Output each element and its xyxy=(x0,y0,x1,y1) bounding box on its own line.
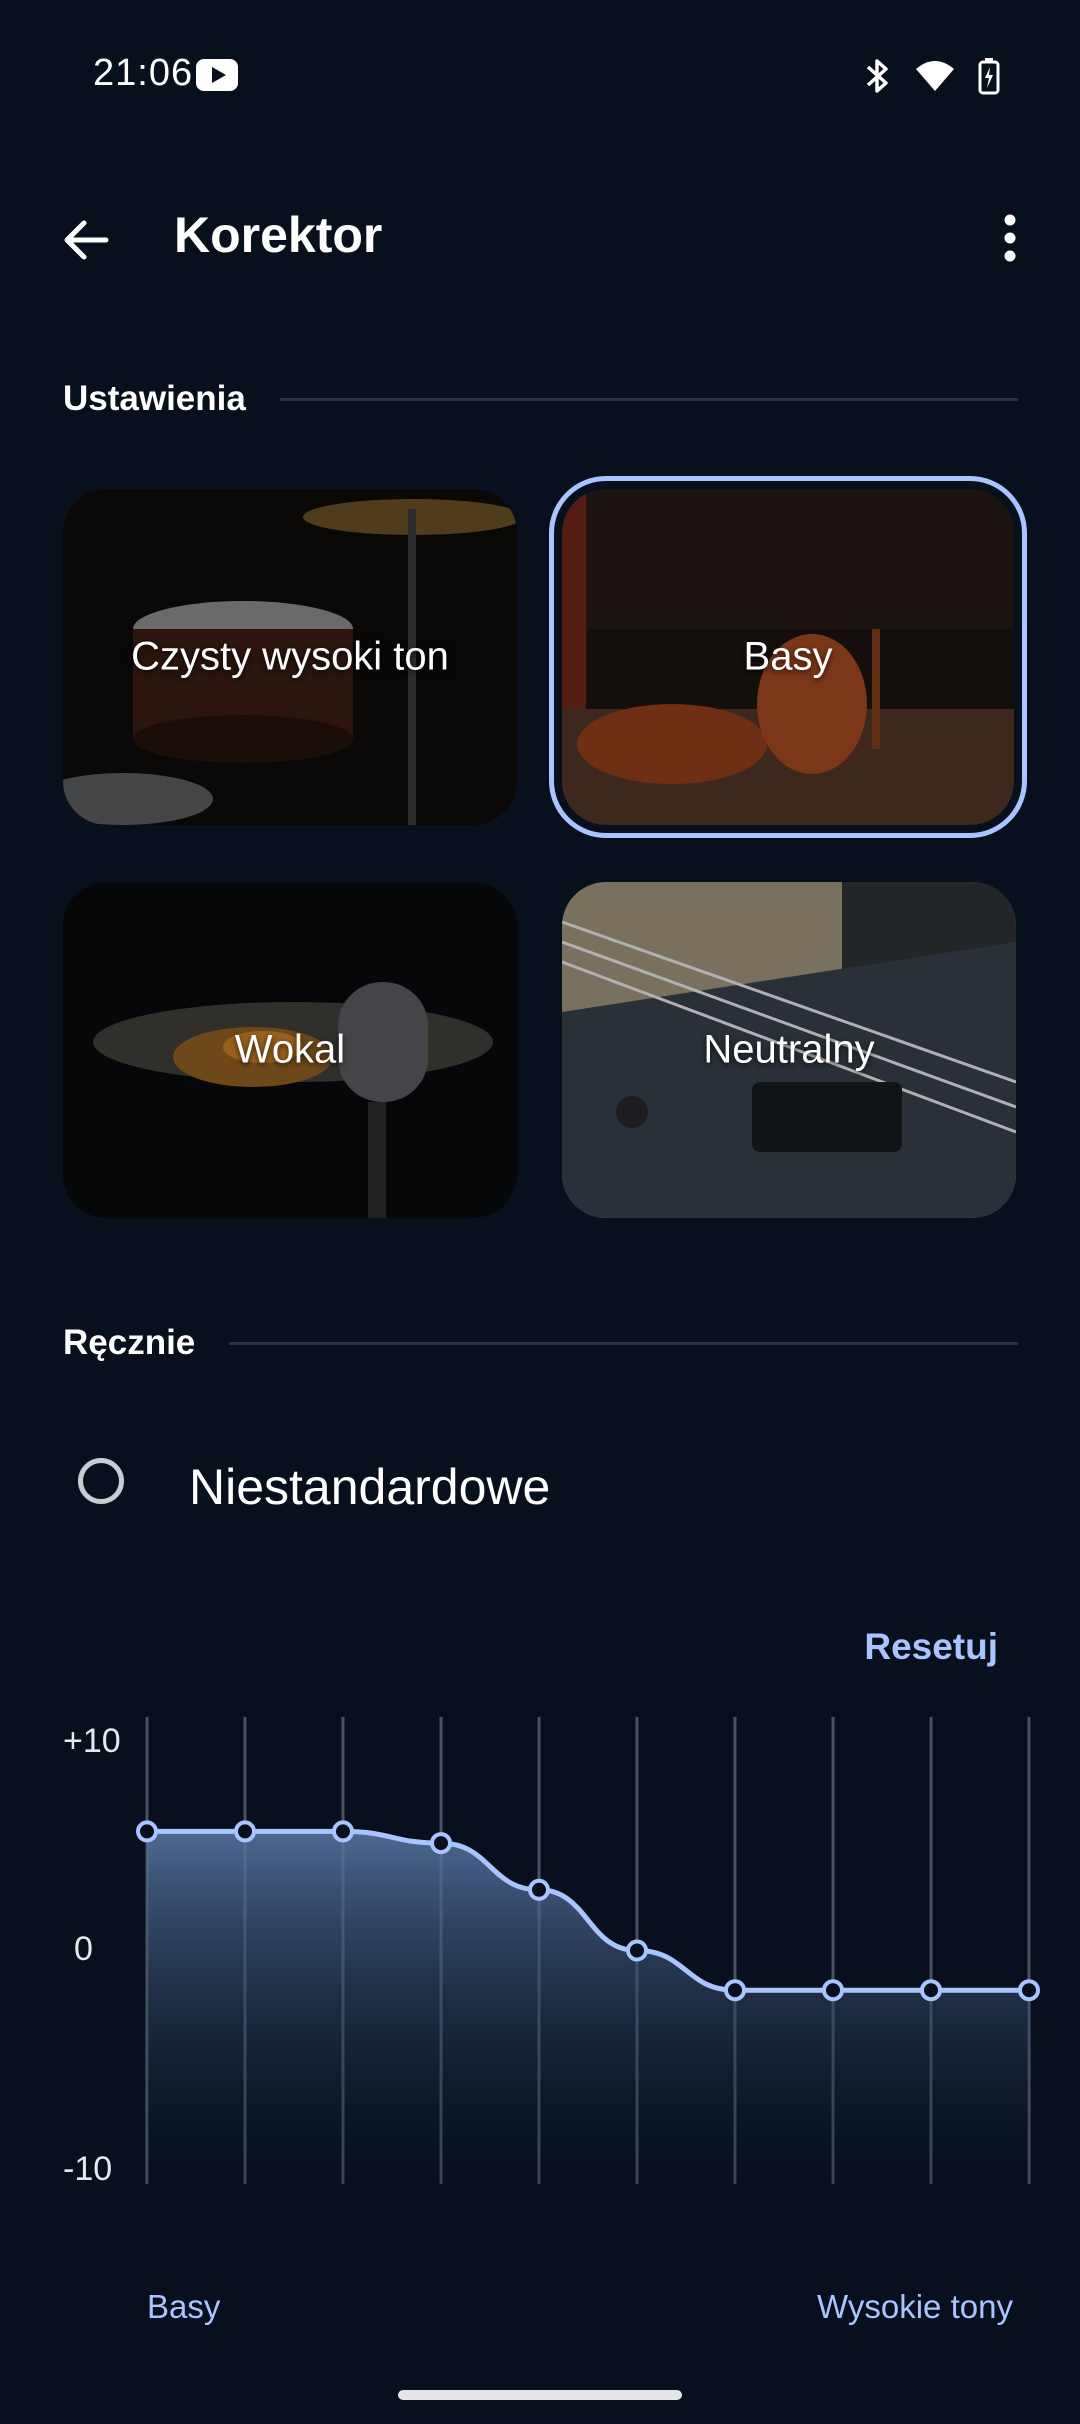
bluetooth-icon xyxy=(866,59,888,93)
wifi-icon xyxy=(916,61,954,91)
manual-section-title: Ręcznie xyxy=(63,1323,196,1362)
equalizer-chart[interactable] xyxy=(0,1700,1080,2220)
preset-label: Basy xyxy=(743,634,833,679)
manual-header: Ręcznie xyxy=(63,1318,1018,1368)
eq-band-handle[interactable] xyxy=(626,1939,648,1962)
preset-bass[interactable]: Basy xyxy=(549,476,1027,838)
youtube-icon xyxy=(196,59,238,91)
preset-label: Czysty wysoki ton xyxy=(131,634,449,679)
battery-charging-icon xyxy=(978,58,1000,95)
more-vert-icon[interactable] xyxy=(980,206,1040,270)
eq-band-handle[interactable] xyxy=(920,1979,942,2002)
reset-button[interactable]: Resetuj xyxy=(864,1626,998,1668)
eq-band-handle[interactable] xyxy=(724,1979,746,2002)
status-icons xyxy=(864,56,1000,96)
arrow-back-icon[interactable] xyxy=(56,208,120,272)
eq-band-handle[interactable] xyxy=(1018,1979,1040,2002)
eq-curve-fill xyxy=(147,1831,1029,2184)
preset-clear-treble[interactable]: Czysty wysoki ton xyxy=(63,489,517,825)
presets-section-title: Ustawienia xyxy=(63,379,246,418)
x-axis-end-label: Wysokie tony xyxy=(817,2288,1013,2325)
page-title: Korektor xyxy=(174,207,383,263)
preset-neutral[interactable]: Neutralny xyxy=(562,882,1016,1218)
eq-band-handle[interactable] xyxy=(136,1820,158,1843)
x-axis-start-label: Basy xyxy=(147,2288,221,2325)
section-divider xyxy=(229,1341,1018,1345)
eq-band-handle[interactable] xyxy=(822,1979,844,2002)
radio-button[interactable] xyxy=(78,1458,124,1504)
eq-band-handle[interactable] xyxy=(430,1832,452,1855)
preset-label: Neutralny xyxy=(703,1027,875,1072)
status-bar: 21:06 xyxy=(0,0,1080,150)
preset-vocal[interactable]: Wokal xyxy=(63,882,517,1218)
section-divider xyxy=(279,397,1018,401)
home-indicator[interactable] xyxy=(398,2390,682,2400)
preset-label: Wokal xyxy=(234,1027,346,1072)
status-time: 21:06 xyxy=(93,52,194,94)
eq-band-handle[interactable] xyxy=(528,1878,550,1901)
custom-eq-option[interactable]: Niestandardowe xyxy=(63,1440,1023,1530)
presets-header: Ustawienia xyxy=(63,374,1018,424)
eq-band-handle[interactable] xyxy=(234,1820,256,1843)
app-bar: Korektor xyxy=(0,180,1080,290)
eq-band-handle[interactable] xyxy=(332,1820,354,1843)
custom-eq-label: Niestandardowe xyxy=(189,1459,551,1515)
